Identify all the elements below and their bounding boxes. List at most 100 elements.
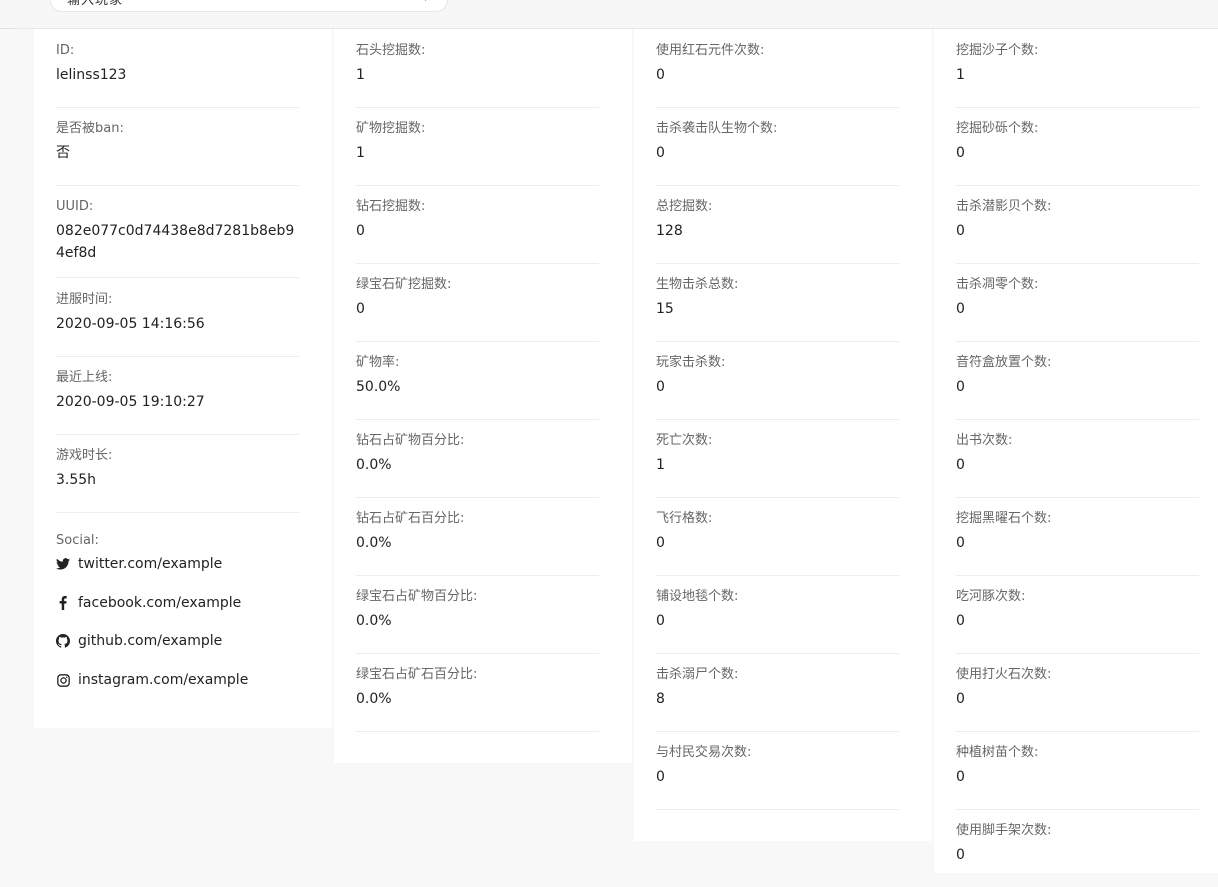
social-link-facebook[interactable]: facebook.com/example <box>56 592 241 614</box>
stat-value: 0 <box>956 223 965 239</box>
stat-item: 种植树苗个数: 0 <box>956 731 1199 810</box>
stat-label: 挖掘砂砾个数: <box>956 121 1039 136</box>
stat-label: 飞行格数: <box>656 511 713 526</box>
stat-label: 石头挖掘数: <box>356 43 426 58</box>
social-link-text: twitter.com/example <box>78 556 223 572</box>
social-link-instagram[interactable]: instagram.com/example <box>56 669 248 691</box>
profile-play-time: 游戏时长: 3.55h <box>56 434 299 513</box>
stat-label: 玩家击杀数: <box>656 355 726 370</box>
stat-label: 矿物率: <box>356 355 400 370</box>
stat-label: 使用红石元件次数: <box>656 43 765 58</box>
stat-value: 1 <box>356 67 365 83</box>
stat-label: 击杀袭击队生物个数: <box>656 121 778 136</box>
stat-label: 吃河豚次数: <box>956 589 1026 604</box>
stat-item: 绿宝石占矿石百分比: 0.0% <box>356 653 599 732</box>
field-label: 是否被ban: <box>56 121 124 136</box>
stat-item: 钻石占矿物百分比: 0.0% <box>356 419 599 498</box>
search-icon[interactable]: ⌕ <box>425 0 432 5</box>
stat-value: 0.0% <box>356 691 392 707</box>
stat-value: 0 <box>956 613 965 629</box>
social-link-github[interactable]: github.com/example <box>56 630 222 652</box>
stat-label: 挖掘黑曜石个数: <box>956 511 1052 526</box>
stat-value: 0 <box>956 769 965 785</box>
field-value: 2020-09-05 14:16:56 <box>56 316 205 332</box>
stat-value: 0 <box>656 145 665 161</box>
stat-label: 击杀潜影贝个数: <box>956 199 1052 214</box>
player-profile-panel: ID: lelinss123 是否被ban: 否 UUID: 082e077c0… <box>34 29 332 728</box>
stat-value: 50.0% <box>356 379 401 395</box>
stat-value: 0 <box>656 67 665 83</box>
stat-value: 0 <box>656 379 665 395</box>
stat-label: 矿物挖掘数: <box>356 121 426 136</box>
stat-value: 1 <box>956 67 965 83</box>
stat-label: 种植树苗个数: <box>956 745 1039 760</box>
stat-value: 8 <box>656 691 665 707</box>
stat-value: 0 <box>656 769 665 785</box>
stat-item: 石头挖掘数: 1 <box>356 29 599 108</box>
stat-value: 0 <box>956 145 965 161</box>
stat-item: 钻石占矿石百分比: 0.0% <box>356 497 599 576</box>
stat-label: 击杀凋零个数: <box>956 277 1039 292</box>
stat-value: 0 <box>956 379 965 395</box>
stat-item: 挖掘沙子个数: 1 <box>956 29 1199 108</box>
facebook-icon <box>56 596 70 610</box>
social-link-twitter[interactable]: twitter.com/example <box>56 553 222 575</box>
stat-value: 0.0% <box>356 457 392 473</box>
field-value: 3.55h <box>56 472 97 488</box>
instagram-icon <box>56 673 70 687</box>
stat-label: 出书次数: <box>956 433 1013 448</box>
twitter-icon <box>56 557 70 571</box>
stat-value: 0 <box>956 847 965 863</box>
stat-value: 128 <box>656 223 683 239</box>
stat-label: 钻石占矿石百分比: <box>356 511 465 526</box>
stat-label: 使用脚手架次数: <box>956 823 1052 838</box>
search-input-text: 输入玩家 <box>67 0 124 8</box>
stat-label: 挖掘沙子个数: <box>956 43 1039 58</box>
profile-last-online: 最近上线: 2020-09-05 19:10:27 <box>56 356 299 435</box>
stat-label: 使用打火石次数: <box>956 667 1052 682</box>
top-bar: 输入玩家 ⌕ <box>0 0 1218 29</box>
misc-stats-panel: 挖掘沙子个数: 1 挖掘砂砾个数: 0 击杀潜影贝个数: 0 击杀凋零个数: 0 音符盒… <box>934 29 1218 873</box>
stat-item: 钻石挖掘数: 0 <box>356 185 599 264</box>
profile-uuid: UUID: 082e077c0d74438e8d7281b8eb94ef8d <box>56 185 299 278</box>
mining-stats-panel: 石头挖掘数: 1 矿物挖掘数: 1 钻石挖掘数: 0 绿宝石矿挖掘数: 0 矿物率: 50… <box>334 29 632 763</box>
social-link-text: github.com/example <box>78 633 223 649</box>
stat-value: 1 <box>656 457 665 473</box>
stat-item: 吃河豚次数: 0 <box>956 575 1199 654</box>
stat-value: 0 <box>956 691 965 707</box>
field-label: 进服时间: <box>56 292 113 307</box>
stat-label: 死亡次数: <box>656 433 713 448</box>
stat-item: 死亡次数: 1 <box>656 419 899 498</box>
stat-label: 总挖掘数: <box>656 199 713 214</box>
stat-value: 0 <box>356 301 365 317</box>
stat-item: 生物击杀总数: 15 <box>656 263 899 342</box>
stat-item: 挖掘砂砾个数: 0 <box>956 107 1199 186</box>
stat-item: 击杀袭击队生物个数: 0 <box>656 107 899 186</box>
social-link-text: instagram.com/example <box>78 672 249 688</box>
divider <box>0 28 12 29</box>
stat-value: 0 <box>656 535 665 551</box>
field-value: 082e077c0d74438e8d7281b8eb94ef8d <box>56 223 295 261</box>
social-link-text: facebook.com/example <box>78 595 242 611</box>
stat-item: 使用红石元件次数: 0 <box>656 29 899 108</box>
stat-item: 使用脚手架次数: 0 <box>956 809 1199 887</box>
stat-item: 飞行格数: 0 <box>656 497 899 576</box>
stat-label: 生物击杀总数: <box>656 277 739 292</box>
field-label: UUID: <box>56 199 94 214</box>
field-label: ID: <box>56 43 75 58</box>
stat-label: 与村民交易次数: <box>656 745 752 760</box>
stat-value: 0 <box>956 457 965 473</box>
profile-ban-status: 是否被ban: 否 <box>56 107 299 186</box>
stat-item: 玩家击杀数: 0 <box>656 341 899 420</box>
github-icon <box>56 634 70 648</box>
stat-value: 0 <box>956 535 965 551</box>
stat-item: 挖掘黑曜石个数: 0 <box>956 497 1199 576</box>
stat-item: 击杀凋零个数: 0 <box>956 263 1199 342</box>
player-search-input[interactable]: 输入玩家 ⌕ <box>50 0 448 12</box>
stat-value: 0 <box>956 301 965 317</box>
stat-value: 1 <box>356 145 365 161</box>
stat-label: 绿宝石占矿物百分比: <box>356 589 478 604</box>
stat-item: 矿物挖掘数: 1 <box>356 107 599 186</box>
field-value: 否 <box>56 145 70 161</box>
stat-item: 出书次数: 0 <box>956 419 1199 498</box>
